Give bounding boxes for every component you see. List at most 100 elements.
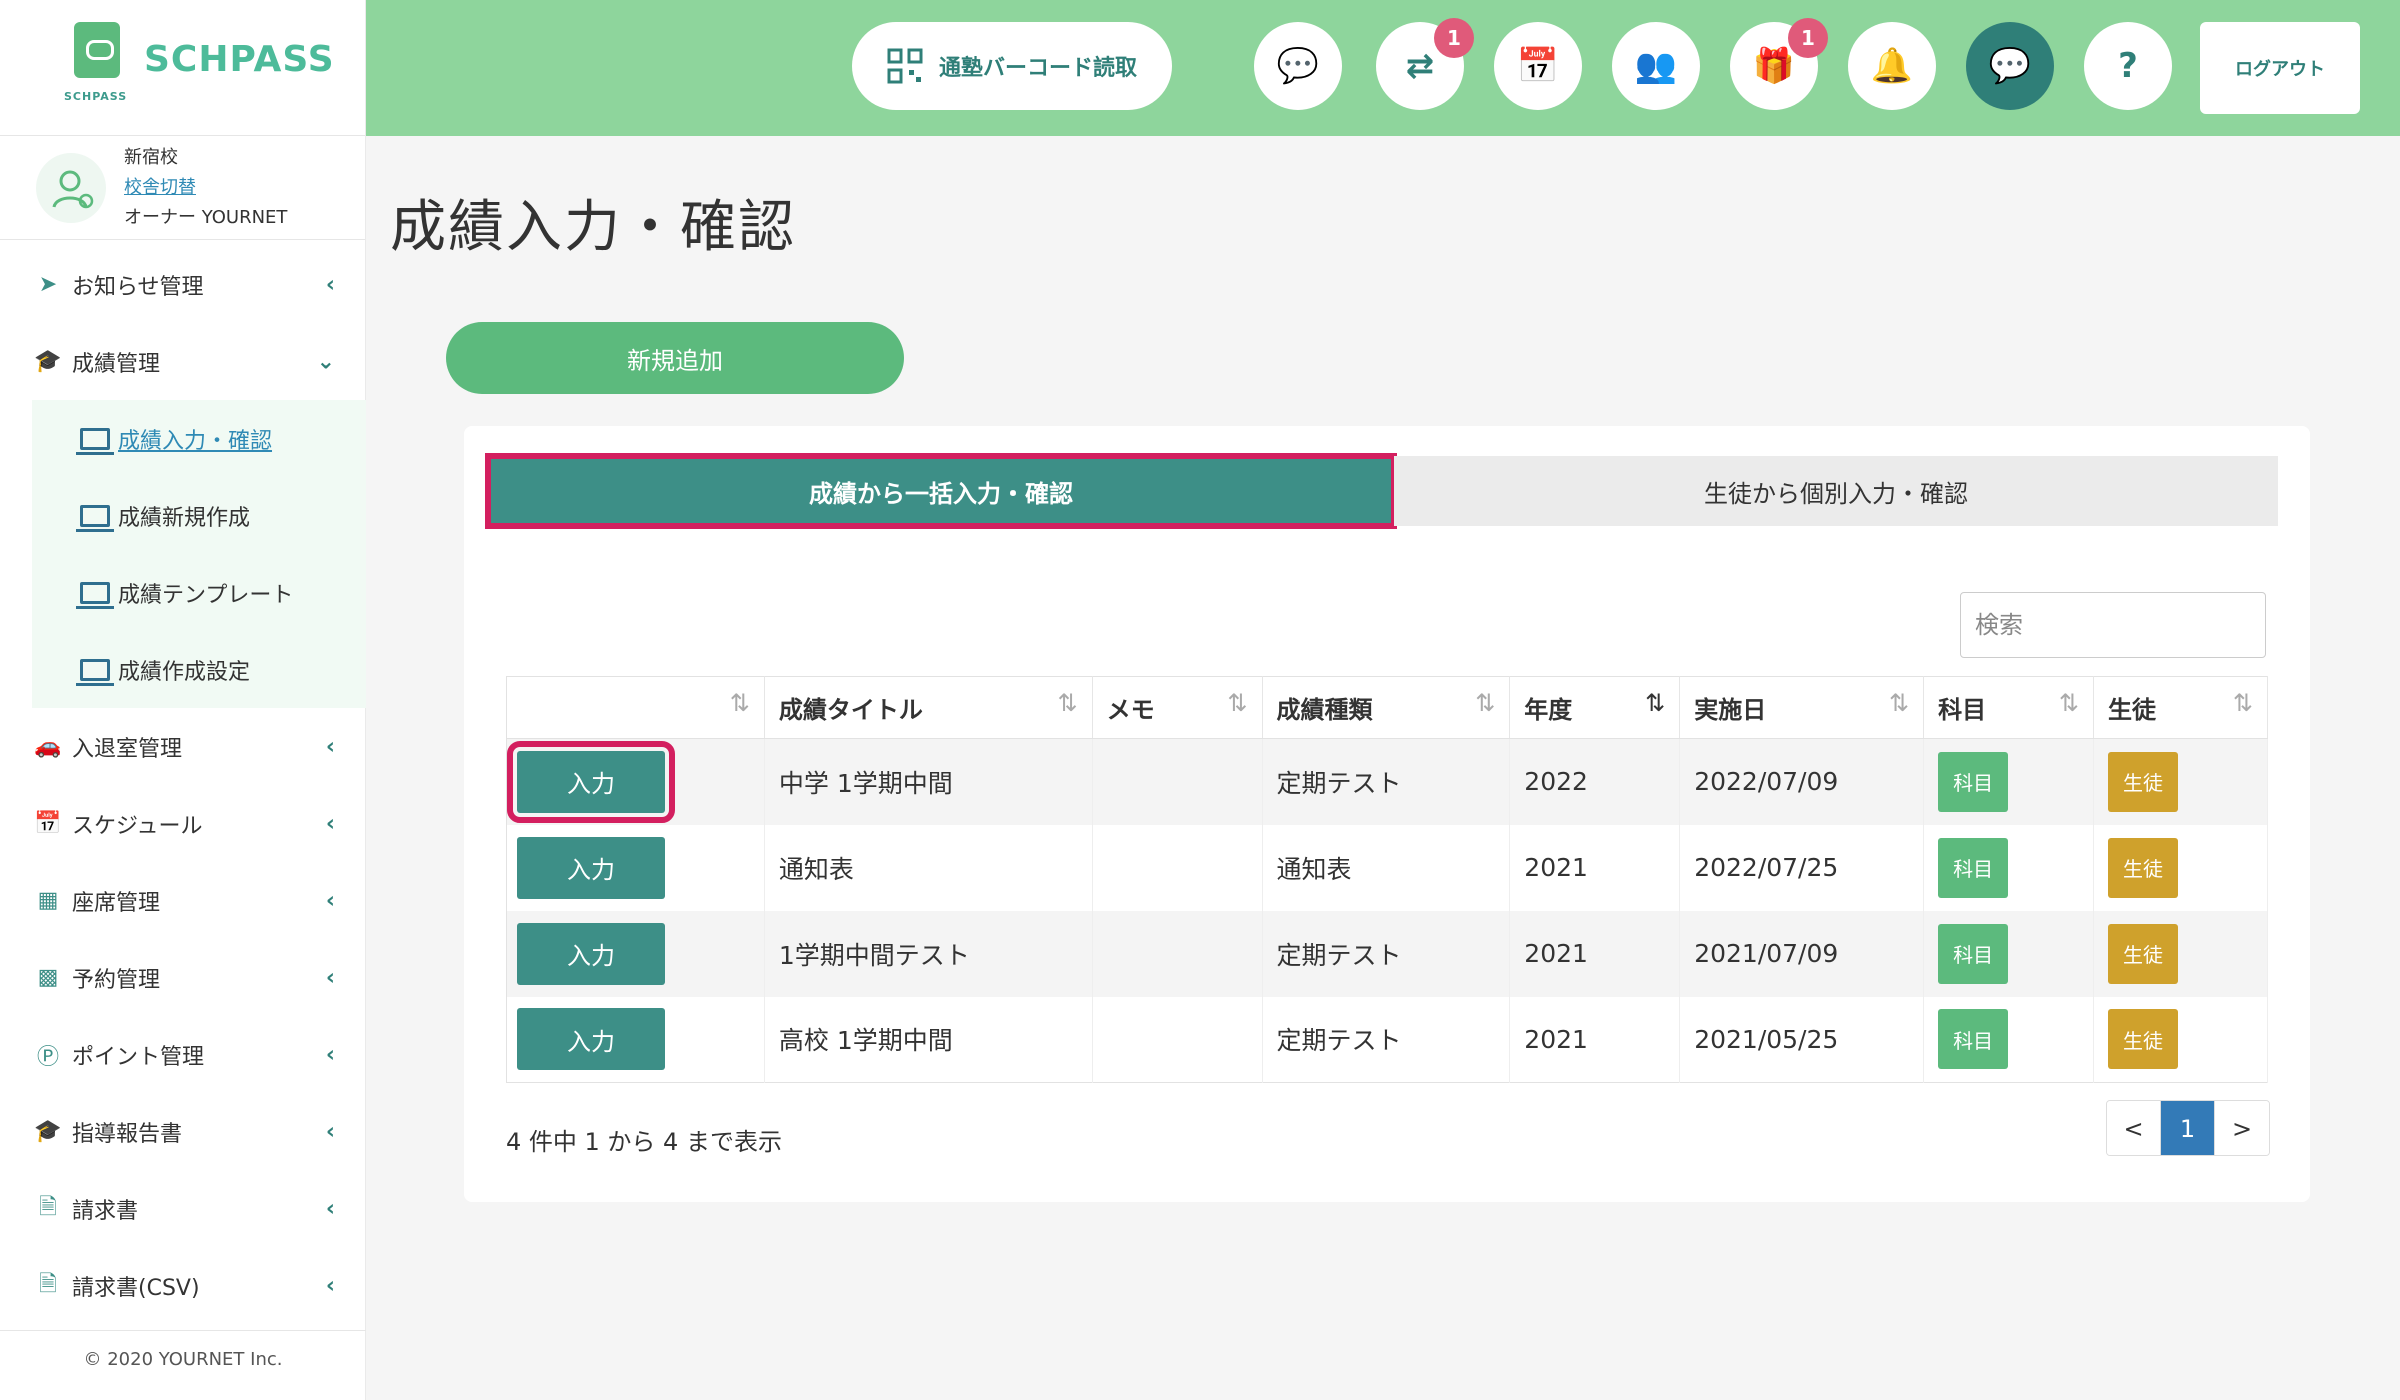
messages-button[interactable]: 💬 [1966,22,2054,110]
pagination-prev[interactable]: < [2107,1101,2161,1155]
cell-year: 2021 [1509,910,1681,997]
tab-bulk-input[interactable]: 成績から一括入力・確認 [485,453,1397,529]
input-button[interactable]: 入力 [517,836,665,899]
presentation-icon: ▩ [37,965,59,990]
column-header-type[interactable]: 成績種類 ⇅ [1262,676,1511,739]
paper-plane-icon: ➤ [38,272,58,297]
school-info: 新宿校 校舎切替 オーナー YOURNET [0,136,365,240]
transfer-badge: 1 [1434,18,1474,58]
logo-icon: SCHPASS [60,21,132,114]
sidebar-item-label: お知らせ管理 [72,274,204,300]
sidebar-item-attendance[interactable]: 🚗 入退室管理 ‹ [0,708,365,785]
student-button[interactable]: 生徒 [2108,751,2179,812]
top-header: 通塾バーコード読取 💬 ⇄ 1 📅 👥 🎁 1 🔔 💬 ? ログアウト [366,0,2400,136]
cell-title: 中学 1学期中間 [764,738,1093,825]
student-button[interactable]: 生徒 [2108,837,2179,898]
student-button[interactable]: 生徒 [2108,923,2179,984]
sort-icon: ⇅ [1645,689,1666,717]
tab-individual-input[interactable]: 生徒から個別入力・確認 [1394,456,2278,526]
school-name: 新宿校 [124,146,178,168]
subject-button[interactable]: 科目 [1938,837,2009,898]
barcode-scan-label: 通塾バーコード読取 [938,56,1137,81]
sort-icon: ⇅ [1475,689,1496,717]
column-header-date[interactable]: 実施日 ⇅ [1679,676,1925,739]
bell-icon: 🔔 [1870,46,1914,86]
logo[interactable]: SCHPASS SCHPASS [0,0,365,136]
speech-bubble-icon: 💬 [1276,46,1320,86]
cell-title: 1学期中間テスト [764,910,1093,997]
help-button[interactable]: ? [2084,22,2172,110]
column-header-year[interactable]: 年度 ⇅ [1509,676,1681,739]
search-input[interactable] [1960,592,2266,658]
sidebar-item-schedule[interactable]: 📅 スケジュール ‹ [0,785,365,862]
cell-type: 定期テスト [1262,910,1511,997]
chat-button[interactable]: 💬 [1254,22,1342,110]
cell-title: 通知表 [764,824,1093,911]
logout-button[interactable]: ログアウト [2200,22,2360,114]
column-header-student[interactable]: 生徒 ⇅ [2093,676,2268,739]
column-header-action[interactable]: ⇅ [506,676,765,739]
chevron-left-icon: ‹ [325,734,335,759]
barcode-scan-button[interactable]: 通塾バーコード読取 [852,22,1172,110]
sidebar-item-label: 予約管理 [72,967,161,993]
cell-date: 2021/07/09 [1679,910,1925,997]
sidebar-item-label: スケジュール [72,813,203,839]
sidebar-item-grades[interactable]: 🎓 成績管理 ⌄ [0,323,365,400]
column-header-memo[interactable]: メモ ⇅ [1092,676,1263,739]
sidebar-subitem-grade-create[interactable]: 成績新規作成 [32,477,366,554]
chevron-left-icon: ‹ [325,888,335,913]
page-title: 成績入力・確認 [390,195,796,260]
column-header-title[interactable]: 成績タイトル ⇅ [764,676,1093,739]
sidebar-subitem-grade-input[interactable]: 成績入力・確認 [32,400,366,477]
laptop-icon [76,658,114,686]
table-row: 入力 中学 1学期中間 定期テスト 2022 2022/07/09 科目 生徒 [506,738,2268,825]
qr-code-icon [887,48,923,84]
add-new-button[interactable]: 新規追加 [446,322,904,394]
subject-button[interactable]: 科目 [1938,1009,2009,1070]
column-header-subject[interactable]: 科目 ⇅ [1923,676,2095,739]
cell-memo [1092,738,1263,825]
sidebar-item-invoices[interactable]: 🗎 請求書 ‹ [0,1170,365,1247]
transfer-button[interactable]: ⇄ 1 [1376,18,1474,110]
sidebar-subitem-grade-template[interactable]: 成績テンプレート [32,554,366,631]
input-button[interactable]: 入力 [507,740,675,823]
cell-date: 2022/07/25 [1679,824,1925,911]
meeting-button[interactable]: 👥 [1612,22,1700,110]
sidebar-item-label: ポイント管理 [72,1044,205,1070]
sidebar-item-label: 請求書 [72,1198,139,1224]
chevron-left-icon: ‹ [325,272,335,297]
sidebar-item-reports[interactable]: 🎓 指導報告書 ‹ [0,1093,365,1170]
sidebar-item-seats[interactable]: ▦ 座席管理 ‹ [0,862,365,939]
sidebar-item-notices[interactable]: ➤ お知らせ管理 ‹ [0,246,365,323]
sidebar-item-label: 指導報告書 [72,1121,183,1147]
pagination-next[interactable]: > [2215,1101,2269,1155]
student-button[interactable]: 生徒 [2108,1009,2179,1070]
copyright: © 2020 YOURNET Inc. [0,1330,366,1370]
chevron-left-icon: ‹ [325,811,335,836]
subject-button[interactable]: 科目 [1938,751,2009,812]
sidebar-item-invoices-csv[interactable]: 🗎 請求書(CSV) ‹ [0,1247,365,1324]
pagination-page[interactable]: 1 [2161,1101,2215,1155]
sidebar-item-reservations[interactable]: ▩ 予約管理 ‹ [0,939,365,1016]
input-button[interactable]: 入力 [517,1008,665,1071]
sidebar-subitem-grade-settings[interactable]: 成績作成設定 [32,631,366,708]
cell-memo [1092,824,1263,911]
cell-type: 定期テスト [1262,996,1511,1083]
school-switch-link[interactable]: 校舎切替 [124,173,287,203]
notification-button[interactable]: 🔔 [1848,22,1936,110]
gift-icon: 🎁 [1752,46,1796,86]
car-icon: 🚗 [34,734,62,759]
laptop-icon [76,504,114,532]
calendar-button[interactable]: 📅 [1494,22,1582,110]
subject-button[interactable]: 科目 [1938,923,2009,984]
cell-date: 2022/07/09 [1679,738,1925,825]
graduation-cap-icon: 🎓 [34,349,62,374]
input-button[interactable]: 入力 [517,922,665,985]
sidebar-subitem-label: 成績作成設定 [118,659,251,685]
sidebar-item-points[interactable]: Ⓟ ポイント管理 ‹ [0,1016,365,1093]
sidebar-subitem-label: 成績入力・確認 [118,428,273,454]
laptop-icon [76,427,114,455]
gift-button[interactable]: 🎁 1 [1730,18,1828,110]
sidebar-subitem-label: 成績新規作成 [118,505,251,531]
sidebar-item-label: 座席管理 [72,890,161,916]
